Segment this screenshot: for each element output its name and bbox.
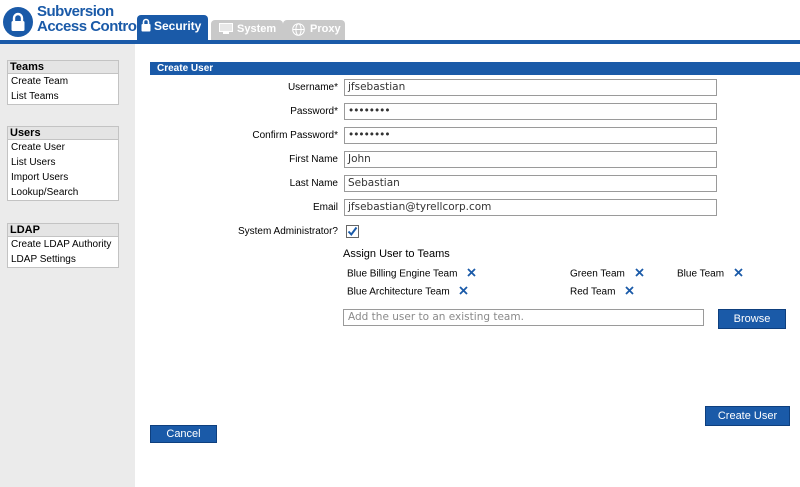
sidebar-item-create-ldap-authority[interactable]: Create LDAP Authority <box>8 237 118 252</box>
tab-security[interactable]: Security <box>137 15 208 40</box>
sidebar-heading-teams: Teams <box>8 61 118 74</box>
cancel-button[interactable]: Cancel <box>150 425 217 443</box>
team-name: Blue Team <box>677 268 725 280</box>
username-label: Username* <box>188 81 338 95</box>
computer-icon <box>219 23 233 38</box>
sidebar-group-ldap: LDAP Create LDAP Authority LDAP Settings <box>7 223 119 268</box>
email-label: Email <box>312 202 338 213</box>
check-icon <box>347 226 358 237</box>
browse-button[interactable]: Browse <box>718 309 786 329</box>
team-chip: Green Team <box>570 268 644 280</box>
required-mark: * <box>334 130 338 141</box>
globe-icon <box>292 23 305 39</box>
sidebar-item-ldap-settings[interactable]: LDAP Settings <box>8 252 118 267</box>
logo-text: Subversion Access Control <box>37 3 141 35</box>
password-label: Password* <box>188 105 338 119</box>
team-name: Blue Billing Engine Team <box>347 268 458 280</box>
sidebar-item-list-users[interactable]: List Users <box>8 155 118 170</box>
remove-team-icon[interactable] <box>634 268 644 280</box>
tab-system-label: System <box>237 23 277 35</box>
logo-line-2: Access Control <box>37 18 141 35</box>
remove-team-icon[interactable] <box>734 268 743 280</box>
sidebar-group-users: Users Create User List Users Import User… <box>7 126 119 201</box>
username-field[interactable]: jfsebastian <box>344 79 717 96</box>
panel-title: Create User <box>150 62 800 75</box>
username-label-text: Username <box>287 82 335 93</box>
assign-teams-title: Assign User to Teams <box>343 248 450 260</box>
first-name-field[interactable]: John <box>344 151 717 168</box>
last-name-label: Last Name <box>289 178 338 189</box>
tab-system[interactable]: System <box>211 20 283 40</box>
app-window: Subversion Access Control Security Syste… <box>0 0 800 487</box>
team-search-input[interactable]: Add the user to an existing team. <box>343 309 704 326</box>
sidebar-heading-ldap: LDAP <box>8 224 118 237</box>
header: Subversion Access Control Security Syste… <box>0 0 800 44</box>
team-chip: Blue Architecture Team <box>347 286 469 298</box>
first-name-label: First Name <box>289 154 338 165</box>
sidebar-item-lookup-search[interactable]: Lookup/Search <box>8 185 118 200</box>
tab-proxy[interactable]: Proxy <box>283 20 345 40</box>
tab-security-label: Security <box>154 19 202 33</box>
password-label-text: Password <box>290 106 335 117</box>
email-field[interactable]: jfsebastian@tyrellcorp.com <box>344 199 717 216</box>
sidebar-item-create-team[interactable]: Create Team <box>8 74 118 89</box>
team-chip: Red Team <box>570 286 634 298</box>
sidebar-item-import-users[interactable]: Import Users <box>8 170 118 185</box>
remove-team-icon[interactable] <box>467 268 476 280</box>
sysadmin-label: System Administrator? <box>237 226 338 237</box>
confirm-password-field[interactable]: •••••••• <box>344 127 717 144</box>
password-field[interactable]: •••••••• <box>344 103 717 120</box>
team-chip: Blue Team <box>677 268 743 280</box>
sidebar-item-list-teams[interactable]: List Teams <box>8 89 118 104</box>
logo-line-1: Subversion <box>37 3 114 20</box>
team-name: Red Team <box>570 286 616 298</box>
confirm-password-label: Confirm Password* <box>188 129 338 143</box>
lock-icon <box>3 7 33 37</box>
required-mark: * <box>334 106 338 117</box>
create-user-button[interactable]: Create User <box>705 406 790 426</box>
sysadmin-checkbox[interactable] <box>346 225 359 238</box>
sidebar-group-teams: Teams Create Team List Teams <box>7 60 119 105</box>
tab-proxy-label: Proxy <box>310 23 341 35</box>
team-chip: Blue Billing Engine Team <box>347 268 476 280</box>
confirm-password-label-text: Confirm Password <box>252 130 335 141</box>
remove-team-icon[interactable] <box>625 286 634 298</box>
team-name: Blue Architecture Team <box>347 286 450 298</box>
logo: Subversion Access Control <box>3 4 141 40</box>
required-mark: * <box>334 82 338 93</box>
sidebar-item-create-user[interactable]: Create User <box>8 140 118 155</box>
sidebar-heading-users: Users <box>8 127 118 140</box>
last-name-field[interactable]: Sebastian <box>344 175 717 192</box>
sidebar: Teams Create Team List Teams Users Creat… <box>0 44 135 487</box>
lock-icon <box>141 18 151 35</box>
remove-team-icon[interactable] <box>459 286 469 298</box>
team-name: Green Team <box>570 268 625 280</box>
